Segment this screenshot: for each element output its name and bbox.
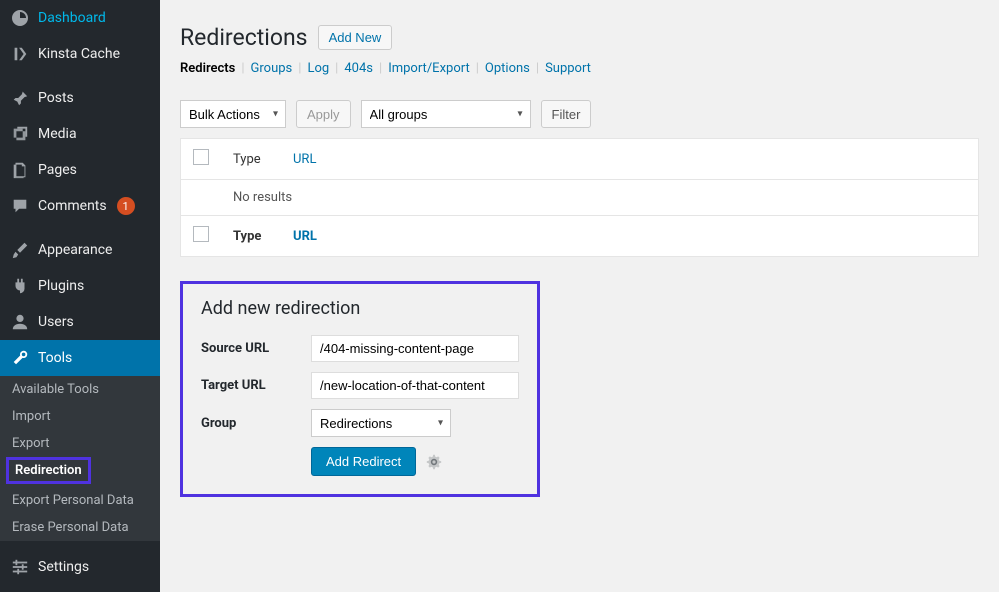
filter-button[interactable]: Filter (541, 100, 592, 128)
sidebar-item-label: Tools (38, 350, 72, 366)
no-results-cell: No results (221, 180, 979, 216)
tab-support[interactable]: Support (545, 61, 591, 76)
tab-options[interactable]: Options (485, 61, 530, 76)
tab-redirects[interactable]: Redirects (180, 61, 235, 76)
main-content: Redirections Add New Redirects| Groups| … (160, 0, 999, 592)
sidebar-item-label: Comments (38, 198, 107, 214)
tab-log[interactable]: Log (307, 61, 329, 76)
media-icon (10, 124, 30, 144)
sidebar-item-posts[interactable]: Posts (0, 80, 160, 116)
sidebar-item-dashboard[interactable]: Dashboard (0, 0, 160, 36)
plug-icon (10, 276, 30, 296)
comments-badge: 1 (117, 197, 135, 215)
sidebar-item-media[interactable]: Media (0, 116, 160, 152)
page-title: Redirections (180, 24, 308, 51)
sidebar-item-settings[interactable]: Settings (0, 549, 160, 585)
pages-icon (10, 160, 30, 180)
target-url-label: Target URL (201, 378, 311, 393)
groups-filter-select[interactable]: All groups (361, 100, 531, 128)
sidebar-item-tools[interactable]: Tools (0, 340, 160, 376)
pin-icon (10, 88, 30, 108)
sidebar-item-label: Settings (38, 559, 89, 575)
add-redirection-box: Add new redirection Source URL Target UR… (180, 281, 540, 497)
bulk-actions-select[interactable]: Bulk Actions (180, 100, 286, 128)
sidebar-item-users[interactable]: Users (0, 304, 160, 340)
wrench-icon (10, 348, 30, 368)
submenu-erase-personal-data[interactable]: Erase Personal Data (0, 514, 160, 541)
submenu-import[interactable]: Import (0, 403, 160, 430)
col-type-footer: Type (221, 216, 281, 257)
col-type-header: Type (221, 139, 281, 180)
redirects-table: Type URL No results Type URL (180, 138, 979, 257)
dashboard-icon (10, 8, 30, 28)
col-url-header[interactable]: URL (281, 139, 979, 180)
comment-icon (10, 196, 30, 216)
submenu-export[interactable]: Export (0, 430, 160, 457)
brush-icon (10, 240, 30, 260)
sidebar-item-label: Plugins (38, 278, 84, 294)
sidebar-item-kinsta-cache[interactable]: Kinsta Cache (0, 36, 160, 72)
settings-icon (10, 557, 30, 577)
submenu-export-personal-data[interactable]: Export Personal Data (0, 487, 160, 514)
sub-tabs: Redirects| Groups| Log| 404s| Import/Exp… (180, 61, 979, 76)
sidebar-item-plugins[interactable]: Plugins (0, 268, 160, 304)
source-url-input[interactable] (311, 335, 519, 362)
sidebar-item-label: Kinsta Cache (38, 46, 120, 62)
sidebar-item-label: Posts (38, 90, 74, 106)
sidebar-item-label: Dashboard (38, 10, 106, 26)
add-redirection-heading: Add new redirection (201, 298, 519, 319)
sidebar-item-pages[interactable]: Pages (0, 152, 160, 188)
submenu-redirection[interactable]: Redirection (6, 457, 91, 484)
admin-sidebar: Dashboard Kinsta Cache Posts Media Pages… (0, 0, 160, 592)
group-select[interactable]: Redirections (311, 409, 451, 437)
gear-icon[interactable] (426, 454, 442, 470)
select-all-checkbox-bottom[interactable] (193, 226, 209, 242)
sidebar-item-label: Media (38, 126, 77, 142)
tools-submenu: Available Tools Import Export Redirectio… (0, 376, 160, 541)
sidebar-item-label: Users (38, 314, 74, 330)
kinsta-icon (10, 44, 30, 64)
add-redirect-button[interactable]: Add Redirect (311, 447, 416, 476)
target-url-input[interactable] (311, 372, 519, 399)
sidebar-item-comments[interactable]: Comments 1 (0, 188, 160, 224)
col-url-footer[interactable]: URL (281, 216, 979, 257)
sidebar-item-appearance[interactable]: Appearance (0, 232, 160, 268)
sidebar-item-label: Pages (38, 162, 77, 178)
add-new-button[interactable]: Add New (318, 25, 393, 50)
sidebar-item-label: Appearance (38, 242, 112, 258)
tab-404s[interactable]: 404s (344, 61, 373, 76)
submenu-available-tools[interactable]: Available Tools (0, 376, 160, 403)
tab-groups[interactable]: Groups (251, 61, 293, 76)
user-icon (10, 312, 30, 332)
source-url-label: Source URL (201, 341, 311, 356)
select-all-checkbox[interactable] (193, 149, 209, 165)
group-label: Group (201, 416, 311, 431)
tab-import-export[interactable]: Import/Export (388, 61, 470, 76)
apply-button[interactable]: Apply (296, 100, 351, 128)
